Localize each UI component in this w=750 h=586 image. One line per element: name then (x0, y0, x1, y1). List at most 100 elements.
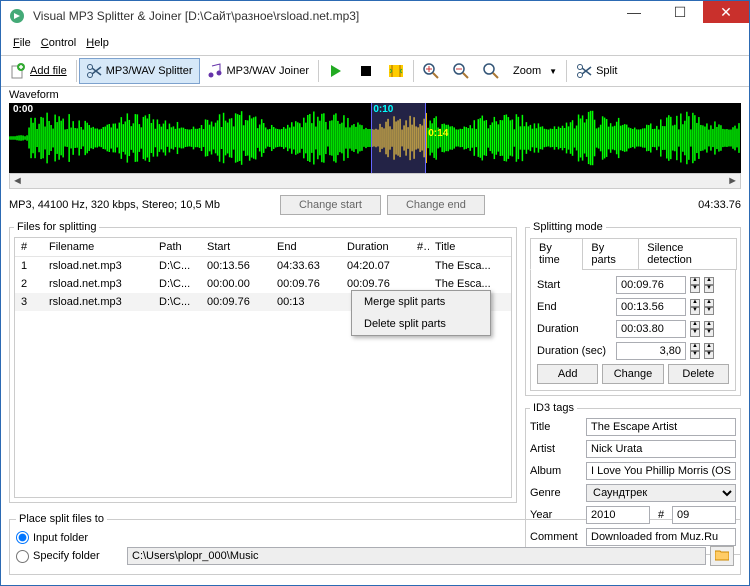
output-path-input[interactable] (127, 547, 706, 565)
id3-year-label: Year (530, 509, 582, 521)
add-file-label: Add file (30, 65, 67, 77)
split-button[interactable]: Split (569, 58, 624, 84)
start-spin-ms[interactable]: ▲▼ (690, 277, 700, 293)
col-start[interactable]: Start (201, 238, 271, 256)
id3-comment-label: Comment (530, 531, 582, 543)
add-file-button[interactable]: Add file (3, 58, 74, 84)
change-start-button[interactable]: Change start (280, 195, 381, 215)
end-spin-sec[interactable]: ▲▼ (704, 299, 714, 315)
selection-out-marker: 0:14 (426, 127, 450, 140)
dur-spin-ms[interactable]: ▲▼ (690, 321, 700, 337)
zoom-dropdown[interactable]: Zoom▼ (506, 60, 564, 82)
col-number[interactable]: # (15, 238, 43, 256)
browse-button[interactable] (710, 546, 734, 566)
zoom-label: Zoom (513, 65, 541, 77)
end-input[interactable] (616, 298, 686, 316)
col-filename[interactable]: Filename (43, 238, 153, 256)
col-end[interactable]: End (271, 238, 341, 256)
id3-artist-label: Artist (530, 443, 582, 455)
delete-button[interactable]: Delete (668, 364, 729, 384)
table-header: # Filename Path Start End Duration # Tit… (15, 238, 511, 257)
duration-input[interactable] (616, 320, 686, 338)
col-path[interactable]: Path (153, 238, 201, 256)
waveform-display[interactable]: 0:00 0:10 0:14 (9, 103, 741, 173)
zoom-in-button[interactable] (416, 58, 446, 84)
start-input[interactable] (616, 276, 686, 294)
selection-tool[interactable] (381, 58, 411, 84)
input-folder-radio[interactable] (16, 531, 29, 544)
start-label: Start (537, 279, 612, 291)
end-spin-ms[interactable]: ▲▼ (690, 299, 700, 315)
context-menu: Merge split parts Delete split parts (351, 290, 491, 336)
duration-sec-label: Duration (sec) (537, 345, 612, 357)
col-duration[interactable]: Duration (341, 238, 411, 256)
app-icon (9, 8, 25, 24)
col-title[interactable]: Title (429, 238, 511, 256)
duration-sec-input[interactable] (616, 342, 686, 360)
add-button[interactable]: Add (537, 364, 598, 384)
close-button[interactable]: ✕ (703, 1, 749, 23)
zoom-out-button[interactable] (446, 58, 476, 84)
menu-file[interactable]: File (9, 35, 35, 51)
id3-title-input[interactable] (586, 418, 736, 436)
toolbar: Add file MP3/WAV Splitter MP3/WAV Joiner… (1, 55, 749, 87)
id3-track-input[interactable] (672, 506, 736, 524)
output-legend: Place split files to (16, 513, 107, 525)
table-row[interactable]: 1rsload.net.mp3D:\C...00:13.5604:33.6304… (15, 257, 511, 275)
id3-legend: ID3 tags (530, 402, 577, 414)
id3-genre-label: Genre (530, 487, 582, 499)
menu-control[interactable]: Control (37, 35, 80, 51)
id3-track-label: # (654, 509, 668, 521)
dursec-spin-ms[interactable]: ▲▼ (690, 343, 700, 359)
music-notes-icon (207, 63, 223, 79)
split-file-table[interactable]: # Filename Path Start End Duration # Tit… (14, 237, 512, 498)
menu-help[interactable]: Help (82, 35, 113, 51)
id3-album-input[interactable] (586, 462, 736, 480)
id3-album-label: Album (530, 465, 582, 477)
play-button[interactable] (321, 58, 351, 84)
id3-title-label: Title (530, 421, 582, 433)
tab-by-parts[interactable]: By parts (582, 238, 639, 270)
id3-artist-input[interactable] (586, 440, 736, 458)
stop-button[interactable] (351, 58, 381, 84)
filelist-legend: Files for splitting (14, 221, 99, 233)
id3-genre-select[interactable]: Саундтрек (586, 484, 736, 502)
dur-spin-sec[interactable]: ▲▼ (704, 321, 714, 337)
joiner-tab[interactable]: MP3/WAV Joiner (200, 58, 317, 84)
tab-silence[interactable]: Silence detection (638, 238, 737, 270)
start-spin-sec[interactable]: ▲▼ (704, 277, 714, 293)
zoom-out-icon (453, 63, 469, 79)
waveform-label: Waveform (1, 87, 749, 103)
specify-folder-label: Specify folder (33, 550, 123, 562)
context-delete[interactable]: Delete split parts (352, 313, 490, 335)
waveform-scrollbar[interactable]: ◄► (9, 173, 741, 189)
change-end-button[interactable]: Change end (387, 195, 485, 215)
input-folder-label: Input folder (33, 532, 88, 544)
menubar: File Control Help (1, 31, 749, 55)
end-label: End (537, 301, 612, 313)
total-duration: 04:33.76 (698, 199, 741, 211)
minimize-button[interactable]: — (611, 1, 657, 23)
play-icon (328, 63, 344, 79)
zoom-fit-button[interactable] (476, 58, 506, 84)
splitter-label: MP3/WAV Splitter (106, 65, 193, 77)
zoom-in-icon (423, 63, 439, 79)
duration-label: Duration (537, 323, 612, 335)
tab-by-time[interactable]: By time (530, 238, 583, 270)
split-label: Split (596, 65, 617, 77)
specify-folder-radio[interactable] (16, 550, 29, 563)
col-track[interactable]: # (411, 238, 429, 256)
change-button[interactable]: Change (602, 364, 663, 384)
maximize-button[interactable]: ☐ (657, 1, 703, 23)
scissors-icon (86, 63, 102, 79)
dursec-spin-sec[interactable]: ▲▼ (704, 343, 714, 359)
folder-icon (715, 549, 729, 564)
splitting-legend: Splitting mode (530, 221, 606, 233)
id3-year-input[interactable] (586, 506, 650, 524)
add-file-icon (10, 63, 26, 79)
splitter-tab[interactable]: MP3/WAV Splitter (79, 58, 200, 84)
context-merge[interactable]: Merge split parts (352, 291, 490, 313)
zoom-fit-icon (483, 63, 499, 79)
id3-comment-input[interactable] (586, 528, 736, 546)
stop-icon (358, 63, 374, 79)
